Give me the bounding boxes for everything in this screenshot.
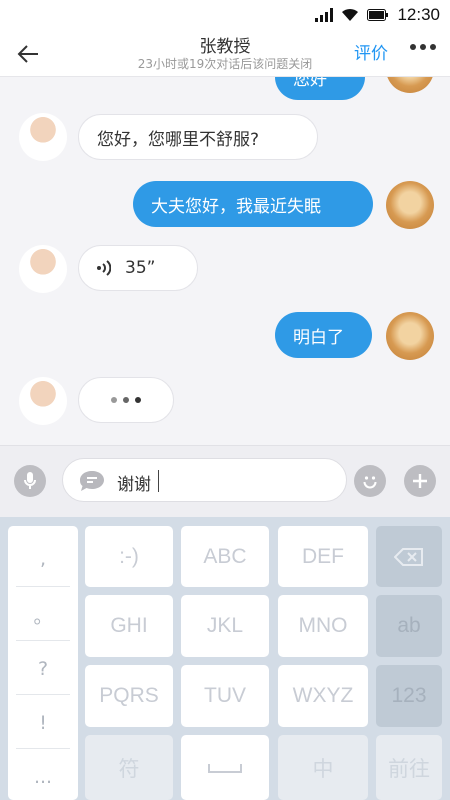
key-ellipsis[interactable]: ... (8, 766, 78, 788)
doctor-avatar[interactable] (19, 377, 67, 425)
message-bubble-sent: 您好 (275, 77, 365, 100)
key-emoticon[interactable]: :-) (85, 526, 173, 587)
message-bubble-received: 您好，您哪里不舒服? (78, 114, 318, 160)
message-text: 您好，您哪里不舒服? (97, 129, 260, 150)
nav-bar: 张教授 23小时或19次对话后该问题关闭 评价 (0, 30, 450, 77)
space-icon (208, 763, 242, 773)
key-lowercase[interactable]: ab (376, 595, 442, 657)
signal-icon (315, 8, 334, 22)
key-numbers[interactable]: 123 (376, 665, 442, 727)
rate-button[interactable]: 评价 (354, 39, 388, 64)
key-abc[interactable]: ABC (181, 526, 269, 587)
backspace-key[interactable] (376, 526, 442, 587)
message-text: 您好 (293, 77, 327, 90)
key-wxyz[interactable]: WXYZ (278, 665, 368, 727)
plus-icon (413, 474, 427, 488)
key-symbols[interactable]: 符 (85, 735, 173, 800)
more-icon[interactable] (410, 44, 436, 50)
keyboard: , 。 ? ! ... :-) ABC DEF GHI JKL MNO ab P… (0, 517, 450, 800)
emoji-button[interactable] (354, 465, 386, 497)
smiley-icon (363, 476, 377, 489)
key-chinese[interactable]: 中 (278, 735, 368, 800)
wifi-icon (342, 8, 359, 21)
message-bubble-sent: 大夫您好，我最近失眠 (133, 181, 373, 227)
backspace-icon (394, 547, 423, 566)
battery-icon (367, 9, 389, 21)
key-question[interactable]: ? (8, 658, 78, 680)
voice-message-bubble[interactable]: 35” (78, 245, 198, 291)
voice-duration: 35” (125, 258, 156, 278)
key-def[interactable]: DEF (278, 526, 368, 587)
message-input-value: 谢谢 (117, 475, 151, 495)
user-avatar[interactable] (386, 181, 434, 229)
microphone-icon (24, 472, 36, 489)
doctor-avatar[interactable] (19, 113, 67, 161)
input-bar: 谢谢 (0, 445, 450, 518)
key-ghi[interactable]: GHI (85, 595, 173, 657)
user-avatar[interactable] (386, 312, 434, 360)
voice-input-button[interactable] (14, 465, 46, 497)
key-mno[interactable]: MNO (278, 595, 368, 657)
key-tuv[interactable]: TUV (181, 665, 269, 727)
space-key[interactable] (181, 735, 269, 800)
message-bubble-sent: 明白了 (275, 312, 372, 358)
status-time: 12:30 (397, 5, 440, 24)
message-text: 明白了 (293, 327, 344, 348)
message-text: 大夫您好，我最近失眠 (151, 196, 321, 217)
key-period[interactable]: 。 (8, 602, 78, 629)
text-cursor (158, 470, 159, 492)
doctor-avatar[interactable] (19, 245, 67, 293)
punctuation-column[interactable]: , 。 ? ! ... (8, 526, 78, 800)
user-avatar[interactable] (386, 77, 434, 93)
voice-icon (97, 260, 111, 276)
typing-indicator (78, 377, 174, 423)
chat-area[interactable]: 您好 您好，您哪里不舒服? 大夫您好，我最近失眠 35” 明白了 (0, 77, 450, 445)
message-input[interactable]: 谢谢 (62, 458, 347, 502)
key-comma[interactable]: , (8, 548, 78, 570)
chat-bubble-icon (80, 471, 104, 491)
add-button[interactable] (404, 465, 436, 497)
status-bar: 12:30 (0, 0, 450, 30)
key-go[interactable]: 前往 (376, 735, 442, 800)
key-exclaim[interactable]: ! (8, 712, 78, 734)
key-jkl[interactable]: JKL (181, 595, 269, 657)
key-pqrs[interactable]: PQRS (85, 665, 173, 727)
